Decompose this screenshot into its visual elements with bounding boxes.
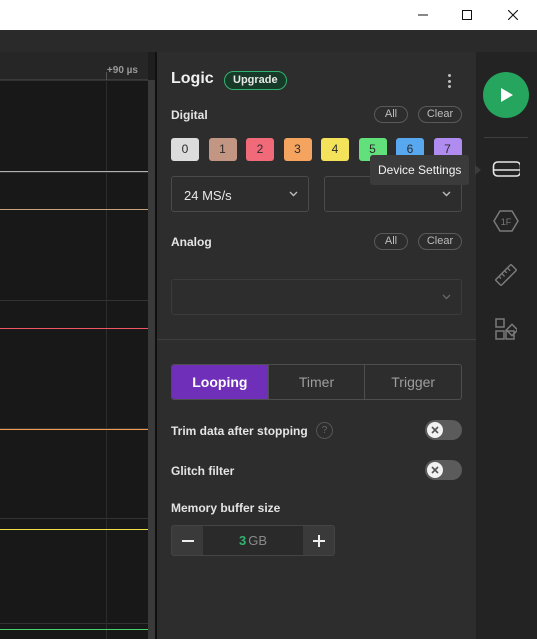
close-icon — [508, 10, 518, 20]
time-gridline — [106, 80, 107, 639]
device-settings-icon — [492, 161, 520, 177]
hex-analyzer-icon: 1F — [493, 210, 519, 232]
analog-all-button[interactable]: All — [374, 233, 408, 250]
digital-channel-0-button[interactable]: 0 — [171, 138, 199, 161]
start-capture-button[interactable] — [483, 72, 529, 118]
menu-strip — [0, 30, 537, 52]
digital-label: Digital — [171, 108, 208, 122]
plus-icon — [312, 534, 325, 547]
measurements-button[interactable] — [492, 261, 520, 289]
minimize-button[interactable] — [400, 0, 446, 30]
title-bar — [0, 0, 537, 30]
capture-mode-looping[interactable]: Looping — [172, 365, 268, 399]
analog-clear-button[interactable]: Clear — [418, 233, 462, 250]
panel-title: Logic — [171, 70, 214, 87]
tooltip-arrow — [475, 165, 481, 175]
signal-trace-1 — [0, 209, 148, 210]
digital-channel-1-button[interactable]: 1 — [208, 138, 237, 161]
chevron-down-icon — [289, 191, 298, 197]
decrement-button[interactable] — [172, 526, 203, 555]
signal-trace-3 — [0, 429, 148, 430]
capture-mode-trigger[interactable]: Trigger — [364, 365, 461, 399]
minus-icon — [181, 539, 194, 542]
channel-lane-3[interactable] — [0, 428, 148, 518]
right-toolbar: 1F — [476, 52, 537, 639]
digital-channel-2-button[interactable]: 2 — [246, 138, 274, 161]
sample-rate-select[interactable]: 24 MS/s — [171, 176, 309, 212]
capture-mode-selector: Looping Timer Trigger — [171, 364, 462, 400]
channel-lane-1[interactable] — [0, 172, 148, 300]
ruler-tick — [106, 72, 107, 80]
analog-label: Analog — [171, 235, 212, 249]
device-settings-button[interactable] — [492, 155, 520, 183]
toggle-off-icon — [427, 422, 443, 438]
digital-channel-4-button[interactable]: 4 — [321, 138, 349, 161]
channel-lane-4[interactable] — [0, 518, 148, 623]
extensions-icon — [495, 318, 517, 340]
analog-sample-rate-select[interactable] — [171, 279, 462, 315]
digital-clear-button[interactable]: Clear — [418, 106, 462, 123]
toggle-off-icon — [427, 462, 443, 478]
trim-data-toggle[interactable] — [425, 420, 462, 440]
maximize-button[interactable] — [444, 0, 490, 30]
signal-trace-2 — [0, 328, 148, 329]
maximize-icon — [462, 10, 472, 20]
svg-text:1F: 1F — [501, 217, 512, 227]
device-settings-tooltip: Device Settings — [370, 155, 470, 185]
device-settings-panel: Logic Upgrade Digital All Clear 24 MS/s … — [157, 52, 476, 639]
capture-mode-timer[interactable]: Timer — [267, 365, 365, 399]
glitch-filter-label: Glitch filter — [171, 464, 235, 478]
chevron-down-icon — [442, 294, 451, 300]
channel-lane-5[interactable] — [0, 623, 148, 639]
help-icon[interactable]: ? — [316, 422, 333, 439]
sample-rate-value: 24 MS/s — [184, 188, 232, 203]
memory-buffer-unit: GB — [248, 533, 268, 548]
ruler-icon — [495, 264, 517, 286]
close-button[interactable] — [490, 0, 536, 30]
increment-button[interactable] — [303, 526, 334, 555]
signal-trace-4 — [0, 529, 148, 530]
kebab-menu-icon[interactable] — [443, 72, 455, 90]
section-divider — [157, 339, 476, 340]
upgrade-badge[interactable]: Upgrade — [224, 71, 287, 90]
channel-lane-0[interactable] — [0, 80, 148, 172]
memory-buffer-input[interactable]: 3 GB — [203, 526, 303, 555]
toolbar-divider — [484, 137, 528, 138]
trim-data-label: Trim data after stopping — [171, 424, 308, 438]
minimize-icon — [418, 14, 428, 16]
time-ruler[interactable]: +90 µs — [0, 52, 148, 80]
digital-channel-3-button[interactable]: 3 — [283, 138, 312, 161]
memory-buffer-stepper: 3 GB — [171, 525, 335, 556]
glitch-filter-toggle[interactable] — [425, 460, 462, 480]
channel-lane-2[interactable] — [0, 300, 148, 428]
chevron-down-icon — [442, 191, 451, 197]
analyzers-button[interactable]: 1F — [492, 207, 520, 235]
time-offset-label: +90 µs — [106, 65, 138, 76]
memory-buffer-label: Memory buffer size — [171, 501, 281, 515]
signal-trace-0 — [0, 171, 148, 172]
memory-buffer-value: 3 — [238, 533, 247, 548]
digital-all-button[interactable]: All — [374, 106, 408, 123]
play-icon — [501, 88, 513, 102]
signal-trace-5 — [0, 629, 148, 630]
extensions-button[interactable] — [492, 315, 520, 343]
waveform-view[interactable]: +90 µs — [0, 52, 148, 639]
waveform-scrollbar[interactable] — [148, 80, 155, 639]
